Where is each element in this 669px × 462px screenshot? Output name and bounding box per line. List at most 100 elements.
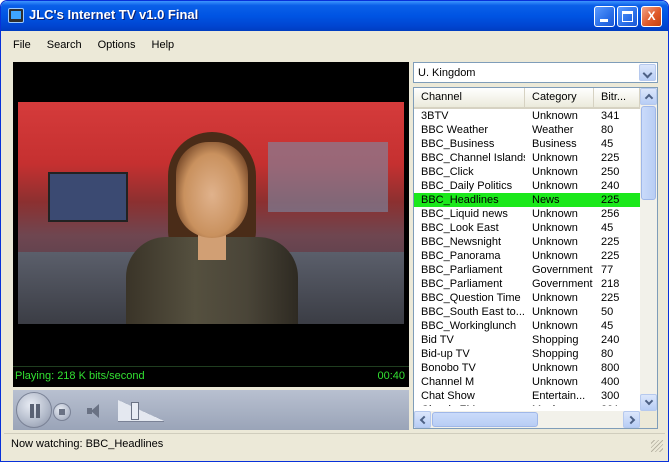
volume-slider[interactable] (118, 400, 164, 422)
minimize-button[interactable] (594, 6, 615, 27)
column-header-bitrate[interactable]: Bitr... (594, 88, 640, 107)
channel-list[interactable]: Channel Category Bitr... 3BTV Unknown 341 B… (413, 87, 658, 429)
table-cell: Unknown (532, 236, 578, 248)
table-cell: 341 (601, 110, 620, 122)
table-cell: BBC_Parliament (421, 278, 503, 290)
speaker-icon[interactable] (87, 403, 107, 419)
vertical-scrollbar[interactable] (640, 88, 657, 411)
menu-options[interactable]: Options (90, 35, 144, 55)
table-cell: Unknown (532, 306, 578, 318)
table-cell: Unknown (532, 320, 578, 332)
table-row[interactable]: BBC_Workinglunch Unknown 45 (414, 319, 640, 333)
menu-help[interactable]: Help (144, 35, 183, 55)
table-cell: Shopping (532, 348, 579, 360)
table-row[interactable]: BBC_South East to... Unknown 50 (414, 305, 640, 319)
table-cell: Unknown (532, 152, 578, 164)
table-cell: 225 (601, 250, 620, 262)
video-panel[interactable]: Playing: 218 K bits/second 00:40 (13, 62, 409, 387)
title-bar[interactable]: JLC's Internet TV v1.0 Final X (1, 1, 668, 31)
table-cell: 225 (601, 152, 620, 164)
table-cell: Bid-up TV (421, 348, 470, 360)
column-header-category[interactable]: Category (525, 88, 594, 107)
channel-rows: 3BTV Unknown 341 BBC Weather Weather 80 BBC_Bu… (414, 109, 640, 406)
table-cell: BBC_Click (421, 166, 474, 178)
chevron-down-icon[interactable] (639, 64, 656, 81)
table-row[interactable]: 3BTV Unknown 341 (414, 109, 640, 123)
resize-grip-icon[interactable] (651, 440, 663, 452)
table-row[interactable]: BBC_Daily Politics Unknown 240 (414, 179, 640, 193)
playing-status: Playing: 218 K bits/second (15, 370, 145, 382)
table-row[interactable]: Bid TV Shopping 240 (414, 333, 640, 347)
video-frame[interactable] (18, 102, 404, 324)
minimize-icon (600, 19, 608, 22)
window-title: JLC's Internet TV v1.0 Final (29, 7, 199, 22)
table-cell: Unknown (532, 376, 578, 388)
table-row[interactable]: BBC Weather Weather 80 (414, 123, 640, 137)
vertical-scroll-thumb[interactable] (641, 106, 656, 200)
list-header: Channel Category Bitr... (414, 88, 640, 109)
table-cell: 80 (601, 348, 614, 360)
scroll-up-icon[interactable] (640, 88, 657, 105)
stop-button[interactable] (53, 403, 71, 421)
table-row[interactable]: BBC_Liquid news Unknown 256 (414, 207, 640, 221)
table-cell: BBC_South East to... (421, 306, 525, 318)
table-cell: BBC_Newsnight (421, 236, 502, 248)
table-row[interactable]: BBC_Business Business 45 (414, 137, 640, 151)
table-cell: 3BTV (421, 110, 449, 122)
table-cell: Unknown (532, 222, 578, 234)
table-cell: 45 (601, 138, 614, 150)
tv-icon[interactable] (8, 8, 24, 23)
table-cell: Classic FM (414, 403, 525, 406)
horizontal-scrollbar[interactable] (414, 411, 640, 428)
scroll-left-icon[interactable] (414, 411, 431, 428)
table-row[interactable]: BBC_Panorama Unknown 225 (414, 249, 640, 263)
table-row[interactable]: Bonobo TV Unknown 800 (414, 361, 640, 375)
table-row[interactable]: Chat Show Entertain... 300 (414, 389, 640, 403)
table-cell: News (532, 194, 560, 206)
scroll-down-icon[interactable] (640, 394, 657, 411)
menu-search[interactable]: Search (39, 35, 90, 55)
table-row[interactable]: BBC_Parliament Government 218 (414, 277, 640, 291)
table-cell: BBC_Look East (421, 222, 499, 234)
close-button[interactable]: X (641, 6, 662, 27)
table-row[interactable]: BBC_Question Time Unknown 225 (414, 291, 640, 305)
table-row[interactable]: BBC_Click Unknown 250 (414, 165, 640, 179)
scrollbar-corner (640, 411, 657, 428)
table-cell: 300 (601, 390, 620, 402)
scroll-right-icon[interactable] (623, 411, 640, 428)
volume-thumb[interactable] (131, 402, 139, 420)
maximize-button[interactable] (617, 6, 638, 27)
table-cell: Bonobo TV (421, 362, 476, 374)
table-row[interactable]: BBC_Newsnight Unknown 225 (414, 235, 640, 249)
player-controls (13, 390, 409, 430)
menu-file[interactable]: File (5, 35, 39, 55)
table-cell: BBC_Liquid news (421, 208, 508, 220)
region-dropdown[interactable]: U. Kingdom (413, 62, 658, 83)
table-cell: Music (525, 403, 594, 406)
app-window: JLC's Internet TV v1.0 Final X File Sear… (0, 0, 669, 462)
column-header-channel[interactable]: Channel (414, 88, 525, 107)
table-row[interactable]: Channel M Unknown 400 (414, 375, 640, 389)
menu-bar: File Search Options Help (5, 35, 182, 55)
table-cell: Shopping (532, 334, 579, 346)
volume-track (118, 400, 164, 422)
table-cell: Bid TV (421, 334, 454, 346)
table-row[interactable]: BBC_Parliament Government 77 (414, 263, 640, 277)
table-cell: BBC_Daily Politics (421, 180, 513, 192)
presenter-face (176, 142, 248, 238)
table-cell: BBC_Workinglunch (421, 320, 517, 332)
table-row[interactable]: BBC_Headlines News 225 (414, 193, 640, 207)
table-row[interactable]: BBC_Look East Unknown 45 (414, 221, 640, 235)
maximize-icon (622, 11, 633, 22)
status-bar: Now watching: BBC_Headlines (4, 433, 665, 455)
table-cell: 50 (601, 306, 614, 318)
table-cell: Entertain... (532, 390, 586, 402)
table-row[interactable]: Classic FMMusic391 (414, 403, 640, 406)
studio-monitor (48, 172, 128, 222)
table-row[interactable]: Bid-up TV Shopping 80 (414, 347, 640, 361)
table-row[interactable]: BBC_Channel Islands Unknown 225 (414, 151, 640, 165)
horizontal-scroll-thumb[interactable] (432, 412, 538, 427)
table-cell: BBC_Business (421, 138, 495, 150)
pause-button[interactable] (16, 392, 52, 428)
table-cell: Unknown (532, 292, 578, 304)
